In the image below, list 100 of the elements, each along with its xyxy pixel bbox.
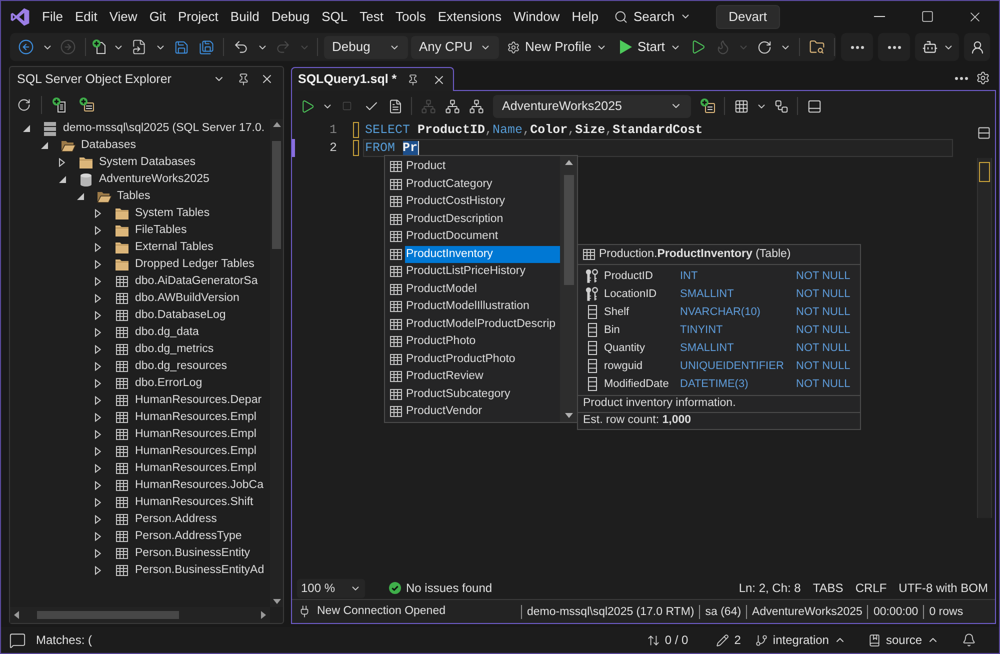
collapsed-arrow-icon[interactable] xyxy=(95,277,101,286)
issues-button[interactable]: No issues found xyxy=(389,579,492,597)
expanded-arrow-icon[interactable] xyxy=(40,142,48,149)
encoding[interactable]: UTF-8 with BOM xyxy=(898,579,988,597)
completion-item[interactable]: ProductSubcategory xyxy=(405,386,560,403)
tree-item[interactable]: HumanResources.Empl xyxy=(135,426,256,443)
menu-item[interactable]: Edit xyxy=(70,4,102,28)
configuration-dropdown[interactable]: Debug xyxy=(324,36,408,58)
scroll-thumb[interactable] xyxy=(37,611,179,619)
changes-button[interactable]: 2 xyxy=(716,631,741,649)
scroll-down-icon[interactable] xyxy=(564,413,572,418)
menu-item[interactable]: File xyxy=(37,4,68,28)
horizontal-scrollbar[interactable] xyxy=(10,607,270,623)
collapsed-arrow-icon[interactable] xyxy=(95,447,101,456)
tree-item[interactable]: Person.AddressType xyxy=(135,528,242,545)
menu-item[interactable]: Debug xyxy=(266,4,315,28)
scroll-right-icon[interactable] xyxy=(261,611,266,619)
tree-item[interactable]: HumanResources.JobCa xyxy=(135,477,264,494)
completion-item[interactable]: ProductDocument xyxy=(405,228,560,246)
tree-item[interactable]: HumanResources.Empl xyxy=(135,460,256,477)
overview-scrollbar[interactable] xyxy=(976,158,992,518)
tree-item[interactable]: System Databases xyxy=(99,154,196,171)
collapsed-arrow-icon[interactable] xyxy=(95,498,101,507)
scroll-up-icon[interactable] xyxy=(272,122,280,127)
tree-item[interactable]: System Tables xyxy=(135,205,210,222)
completion-item[interactable]: ProductProductPhoto xyxy=(405,350,560,368)
completion-item[interactable]: ProductDescription xyxy=(405,210,560,228)
tree-item[interactable]: FileTables xyxy=(135,222,187,239)
menu-item[interactable]: SQL xyxy=(316,4,353,28)
scroll-thumb[interactable] xyxy=(272,141,281,249)
tree-item[interactable]: dbo.AWBuildVersion xyxy=(135,290,240,307)
menu-item[interactable]: Tools xyxy=(390,4,431,28)
branch-button[interactable]: integration xyxy=(754,631,846,649)
tree-item[interactable]: Databases xyxy=(81,137,136,154)
tree-item[interactable]: AdventureWorks2025 xyxy=(99,171,210,188)
tree-item[interactable]: dbo.dg_resources xyxy=(135,358,228,375)
expanded-arrow-icon[interactable] xyxy=(22,125,30,132)
repository-button[interactable]: source xyxy=(868,631,939,649)
start-button[interactable]: Start xyxy=(617,36,684,58)
completion-item[interactable]: ProductListPriceHistory xyxy=(405,263,560,280)
completion-item[interactable]: ProductReview xyxy=(405,368,560,386)
completion-item[interactable]: Product xyxy=(405,158,560,176)
tree-item[interactable]: dbo.AiDataGeneratorSa xyxy=(135,273,258,290)
completion-item[interactable]: ProductModelIllustration xyxy=(405,298,560,316)
collapsed-arrow-icon[interactable] xyxy=(95,243,101,252)
collapsed-arrow-icon[interactable] xyxy=(59,158,65,167)
zoom-dropdown[interactable]: 100 % xyxy=(297,578,365,598)
completion-item[interactable]: ProductModelProductDescrip xyxy=(405,316,560,333)
menu-item[interactable]: Help xyxy=(566,4,604,28)
platform-dropdown[interactable]: Any CPU xyxy=(411,36,499,58)
menu-item[interactable]: Build xyxy=(225,4,264,28)
line-endings[interactable]: CRLF xyxy=(855,579,887,597)
collapsed-arrow-icon[interactable] xyxy=(95,515,101,524)
collapsed-arrow-icon[interactable] xyxy=(95,430,101,439)
completion-item[interactable]: ProductCostHistory xyxy=(405,193,560,210)
collapsed-arrow-icon[interactable] xyxy=(95,464,101,473)
collapsed-arrow-icon[interactable] xyxy=(95,379,101,388)
expanded-arrow-icon[interactable] xyxy=(76,193,84,200)
collapsed-arrow-icon[interactable] xyxy=(95,328,101,337)
collapsed-arrow-icon[interactable] xyxy=(95,311,101,320)
search-button[interactable]: Search xyxy=(609,4,696,28)
menu-item[interactable]: Test xyxy=(354,4,388,28)
collapsed-arrow-icon[interactable] xyxy=(95,362,101,371)
collapsed-arrow-icon[interactable] xyxy=(95,345,101,354)
collapsed-arrow-icon[interactable] xyxy=(95,549,101,558)
tree-item[interactable]: Dropped Ledger Tables xyxy=(135,256,254,273)
account-button[interactable]: Devart xyxy=(716,4,780,28)
tree-item[interactable]: Person.BusinessEntityAd xyxy=(135,562,264,579)
collapsed-arrow-icon[interactable] xyxy=(95,294,101,303)
tree-item[interactable]: dbo.dg_metrics xyxy=(135,341,214,358)
menu-item[interactable]: Git xyxy=(144,4,171,28)
tree-item[interactable]: HumanResources.Empl xyxy=(135,409,256,426)
errors-button[interactable]: 0 / 0 xyxy=(646,631,688,649)
tree-item[interactable]: dbo.ErrorLog xyxy=(135,375,202,392)
document-tab[interactable]: SQLQuery1.sql * xyxy=(291,67,454,91)
menu-item[interactable]: View xyxy=(104,4,142,28)
tree-item[interactable]: HumanResources.Empl xyxy=(135,443,256,460)
tree-item[interactable]: External Tables xyxy=(135,239,214,256)
tree-item[interactable]: HumanResources.Shift xyxy=(135,494,254,511)
scroll-left-icon[interactable] xyxy=(14,611,19,619)
completion-item[interactable]: ProductVendor xyxy=(405,403,560,420)
expanded-arrow-icon[interactable] xyxy=(58,176,66,183)
tree-item[interactable]: Tables xyxy=(117,188,150,205)
tree-item[interactable]: Person.Address xyxy=(135,511,217,528)
vertical-scrollbar[interactable] xyxy=(560,156,577,422)
menu-item[interactable]: Extensions xyxy=(432,4,506,28)
collapsed-arrow-icon[interactable] xyxy=(95,260,101,269)
collapsed-arrow-icon[interactable] xyxy=(95,413,101,422)
collapsed-arrow-icon[interactable] xyxy=(95,532,101,541)
tree-item[interactable]: dbo.dg_data xyxy=(135,324,199,341)
tree-item[interactable]: dbo.DatabaseLog xyxy=(135,307,226,324)
completion-item[interactable]: ProductCategory xyxy=(405,176,560,193)
database-dropdown[interactable]: AdventureWorks2025 xyxy=(493,94,691,118)
collapsed-arrow-icon[interactable] xyxy=(95,481,101,490)
cursor-position[interactable]: Ln: 2, Ch: 8 xyxy=(738,579,801,597)
menu-item[interactable]: Project xyxy=(172,4,224,28)
scroll-up-icon[interactable] xyxy=(564,160,572,165)
vertical-scrollbar[interactable] xyxy=(270,119,283,607)
profile-dropdown[interactable]: New Profile xyxy=(504,36,610,58)
tree-item[interactable]: Person.BusinessEntity xyxy=(135,545,250,562)
